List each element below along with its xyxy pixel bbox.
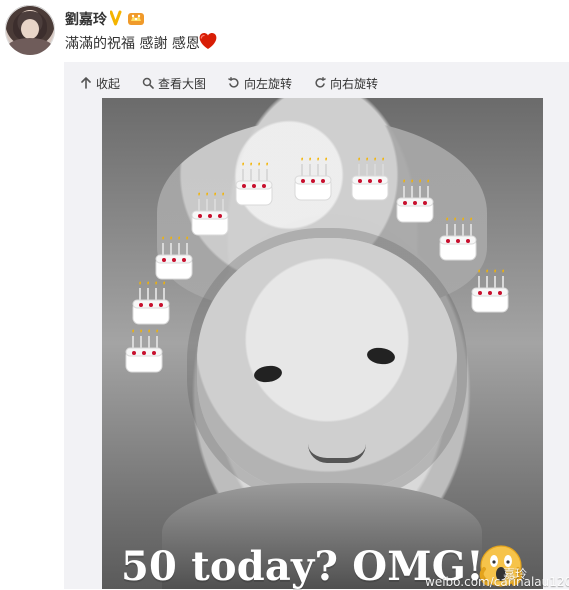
post-photo[interactable] [102,98,543,589]
rotate-left-label: 向左旋转 [244,76,293,91]
view-large-label: 查看大图 [158,76,207,91]
heart-icon [199,33,217,49]
collapse-arrow-icon [81,77,91,89]
rotate-right-button[interactable]: 向右旋转 [314,75,378,92]
rotate-left-icon [228,77,239,88]
username[interactable]: 劉嘉玲 [65,9,107,29]
magnifier-icon [142,77,154,89]
crown-badge-icon [128,13,144,25]
avatar[interactable] [5,5,55,55]
rotate-right-icon [315,77,326,88]
avatar-face [21,19,39,39]
collapse-button[interactable]: 收起 [80,75,120,92]
view-large-button[interactable]: 查看大图 [142,75,206,92]
photo-watermark-suffix: 嘉玲 [503,567,528,581]
collapse-label: 收起 [96,76,121,91]
verified-v-icon [110,10,122,26]
image-toolbar: 收起 查看大图 向左旋转 向右旋转 [80,72,378,94]
post-text: 滿滿的祝福 感謝 感恩 [65,36,200,52]
photo-watermark: weibo.com/carinalau1208 [425,575,569,589]
rotate-left-button[interactable]: 向左旋转 [228,75,292,92]
avatar-shoulders [7,38,53,55]
rotate-right-label: 向右旋转 [330,76,379,91]
